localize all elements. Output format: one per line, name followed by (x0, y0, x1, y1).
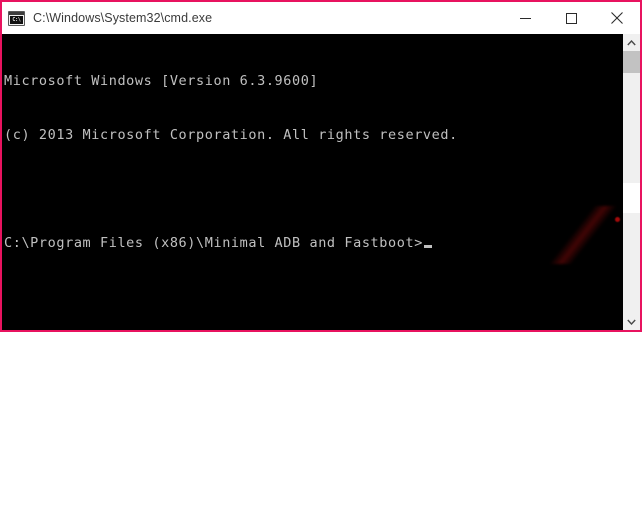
vertical-scrollbar[interactable] (622, 34, 640, 330)
cmd-window: C:\ C:\Windows\System32\cmd.exe Microsof… (0, 0, 642, 332)
console-area: Microsoft Windows [Version 6.3.9600] (c)… (2, 34, 640, 330)
scroll-up-arrow-icon (627, 39, 636, 45)
console-line-version: Microsoft Windows [Version 6.3.9600] (4, 73, 319, 89)
minimize-button[interactable] (502, 2, 548, 34)
scroll-down-button[interactable] (623, 313, 640, 330)
console-prompt-path: C:\Program Files (x86)\Minimal ADB and F… (4, 235, 423, 251)
scrollbar-render-artifact (623, 183, 640, 213)
cmd-icon-titlebar-stripe (9, 11, 24, 15)
maximize-button[interactable] (548, 2, 594, 34)
console-output[interactable]: Microsoft Windows [Version 6.3.9600] (c)… (2, 34, 622, 330)
maximize-icon (565, 12, 577, 24)
scroll-down-arrow-icon (627, 319, 636, 325)
scroll-up-button[interactable] (623, 34, 640, 51)
window-title: C:\Windows\System32\cmd.exe (33, 11, 213, 25)
close-button[interactable] (594, 2, 640, 34)
console-cursor (423, 245, 432, 248)
cmd-icon-screen: C:\ (10, 15, 23, 24)
scrollbar-track[interactable] (623, 51, 640, 313)
compression-artifact-dot (615, 217, 620, 222)
title-bar[interactable]: C:\ C:\Windows\System32\cmd.exe (2, 2, 640, 34)
scroll-thumb[interactable] (623, 51, 640, 73)
minimize-icon (519, 17, 531, 19)
console-prompt-line: C:\Program Files (x86)\Minimal ADB and F… (4, 234, 622, 252)
console-line-copyright: (c) 2013 Microsoft Corporation. All righ… (4, 127, 458, 143)
close-icon (611, 12, 623, 24)
cmd-exe-icon: C:\ (8, 10, 25, 26)
